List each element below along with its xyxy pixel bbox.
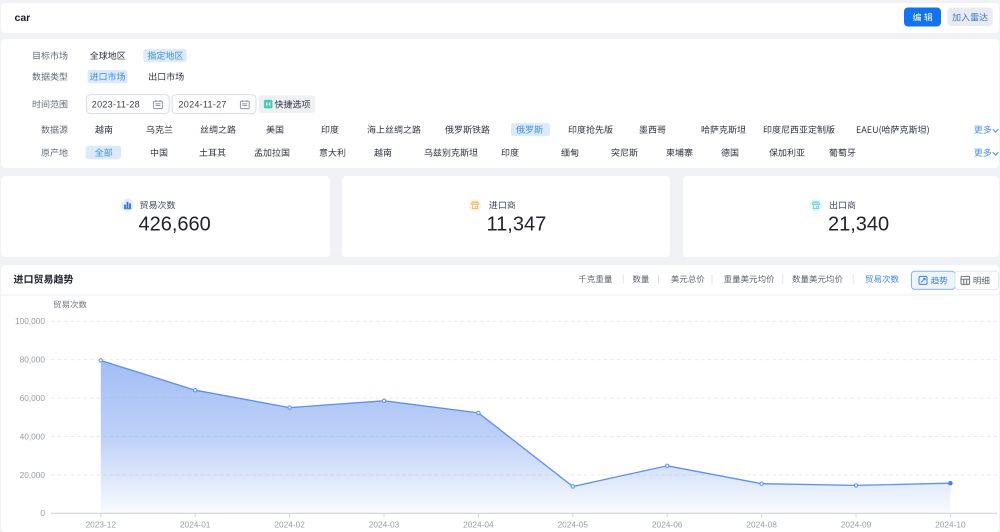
svg-text:2024-10: 2024-10 (935, 520, 966, 530)
svg-text:80,000: 80,000 (20, 355, 46, 365)
svg-text:car: car (15, 12, 31, 24)
svg-text:2024-11-27: 2024-11-27 (179, 99, 227, 109)
svg-text:0: 0 (40, 508, 45, 518)
svg-text:60,000: 60,000 (20, 393, 46, 403)
svg-text:426,660: 426,660 (139, 213, 211, 235)
svg-text:2024-08: 2024-08 (746, 520, 777, 530)
svg-text:2024-03: 2024-03 (369, 520, 400, 530)
svg-text:20,000: 20,000 (20, 470, 46, 480)
svg-text:2024-05: 2024-05 (558, 520, 589, 530)
svg-text:2024-09: 2024-09 (841, 520, 872, 530)
svg-text:100,000: 100,000 (15, 316, 45, 326)
svg-text:2023-12: 2023-12 (86, 520, 117, 530)
svg-text:2024-04: 2024-04 (463, 520, 494, 530)
svg-text:2024-06: 2024-06 (652, 520, 683, 530)
svg-text:11,347: 11,347 (487, 213, 547, 235)
svg-text:2023-11-28: 2023-11-28 (92, 99, 140, 109)
svg-text:40,000: 40,000 (20, 431, 46, 441)
svg-text:2024-02: 2024-02 (274, 520, 305, 530)
svg-text:21,340: 21,340 (828, 213, 889, 235)
svg-text:2024-01: 2024-01 (180, 520, 211, 530)
